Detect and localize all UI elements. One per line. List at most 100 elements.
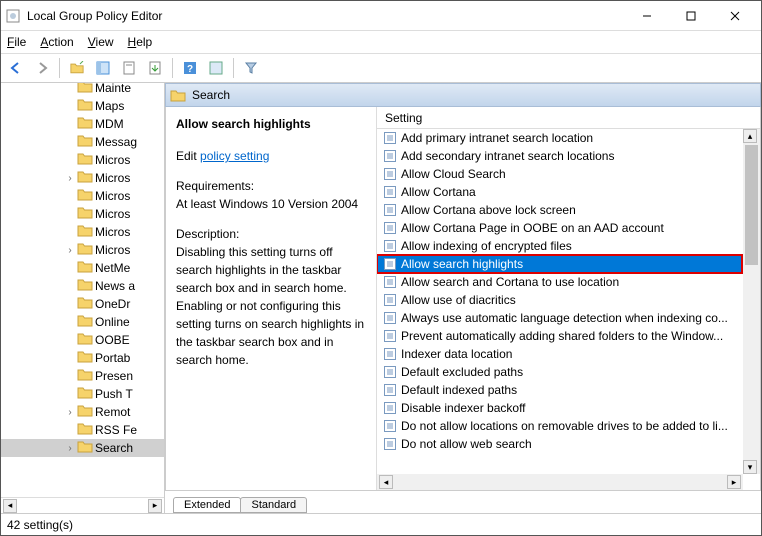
tree-item[interactable]: Portab bbox=[1, 349, 164, 367]
folder-icon bbox=[77, 206, 95, 222]
toolbar: ? bbox=[1, 53, 761, 83]
tree-item-label: Portab bbox=[95, 351, 130, 365]
tree-item[interactable]: Micros bbox=[1, 223, 164, 241]
setting-item[interactable]: Allow Cloud Search bbox=[377, 165, 742, 183]
edit-policy-link[interactable]: policy setting bbox=[200, 149, 269, 163]
setting-item[interactable]: Allow indexing of encrypted files bbox=[377, 237, 742, 255]
menu-view[interactable]: View bbox=[88, 35, 114, 49]
scrollbar-thumb[interactable] bbox=[745, 145, 758, 265]
tree-item[interactable]: RSS Fe bbox=[1, 421, 164, 439]
minimize-button[interactable] bbox=[625, 2, 669, 30]
menu-help[interactable]: Help bbox=[128, 35, 153, 49]
setting-item[interactable]: Always use automatic language detection … bbox=[377, 309, 742, 327]
folder-icon bbox=[77, 368, 95, 384]
tree-item[interactable]: News a bbox=[1, 277, 164, 295]
setting-item-label: Default indexed paths bbox=[401, 383, 517, 397]
tree-item[interactable]: Online bbox=[1, 313, 164, 331]
tree-item[interactable]: › Search bbox=[1, 439, 164, 457]
tree-item[interactable]: Messag bbox=[1, 133, 164, 151]
setting-item[interactable]: Default indexed paths bbox=[377, 381, 742, 399]
setting-item[interactable]: Allow use of diacritics bbox=[377, 291, 742, 309]
tree-item-label: Micros bbox=[95, 153, 130, 167]
folder-icon bbox=[77, 296, 95, 312]
setting-item[interactable]: Do not allow web search bbox=[377, 435, 742, 453]
list-vscrollbar[interactable]: ▴ ▾ bbox=[743, 129, 760, 474]
tree-item-label: Micros bbox=[95, 171, 130, 185]
setting-item-label: Allow Cortana above lock screen bbox=[401, 203, 576, 217]
folder-icon bbox=[77, 83, 95, 96]
setting-item[interactable]: Add secondary intranet search locations bbox=[377, 147, 742, 165]
tree[interactable]: MainteMapsMDM Messag Micros › Micros Micros Mi… bbox=[1, 83, 164, 497]
template-button[interactable] bbox=[205, 57, 227, 79]
setting-item[interactable]: Allow Cortana bbox=[377, 183, 742, 201]
expand-icon[interactable]: › bbox=[63, 407, 77, 418]
tree-item[interactable]: Micros bbox=[1, 151, 164, 169]
back-button[interactable] bbox=[5, 57, 27, 79]
setting-item[interactable]: Allow search highlights bbox=[377, 255, 742, 273]
setting-item[interactable]: Allow Cortana above lock screen bbox=[377, 201, 742, 219]
tree-item[interactable]: Maps bbox=[1, 97, 164, 115]
window-title: Local Group Policy Editor bbox=[27, 9, 625, 23]
tree-item-label: Micros bbox=[95, 207, 130, 221]
setting-item[interactable]: Allow Cortana Page in OOBE on an AAD acc… bbox=[377, 219, 742, 237]
tree-item[interactable]: ›Micros bbox=[1, 241, 164, 259]
tree-item-label: Messag bbox=[95, 135, 137, 149]
expand-icon[interactable]: › bbox=[63, 173, 77, 184]
tab-extended[interactable]: Extended bbox=[173, 497, 241, 513]
tree-hscrollbar[interactable]: ◂ ▸ bbox=[1, 497, 164, 513]
tree-item[interactable]: MDM bbox=[1, 115, 164, 133]
export-button[interactable] bbox=[144, 57, 166, 79]
tree-item-label: Search bbox=[95, 441, 133, 455]
list-hscrollbar[interactable]: ◂ ▸ bbox=[377, 474, 743, 490]
list-header[interactable]: Setting bbox=[377, 107, 760, 129]
setting-item[interactable]: Do not allow locations on removable driv… bbox=[377, 417, 742, 435]
setting-item[interactable]: Indexer data location bbox=[377, 345, 742, 363]
tree-item[interactable]: OneDr bbox=[1, 295, 164, 313]
tree-item-label: Micros bbox=[95, 225, 130, 239]
tree-item[interactable]: Mainte bbox=[1, 83, 164, 97]
scroll-right-icon[interactable]: ▸ bbox=[148, 499, 162, 513]
tree-item[interactable]: Micros bbox=[1, 187, 164, 205]
tree-item[interactable]: › Micros bbox=[1, 169, 164, 187]
detail-title: Allow search highlights bbox=[176, 115, 366, 133]
expand-icon[interactable]: › bbox=[63, 245, 77, 256]
titlebar: Local Group Policy Editor bbox=[1, 1, 761, 31]
tab-standard[interactable]: Standard bbox=[240, 497, 307, 513]
tree-item[interactable]: Push T bbox=[1, 385, 164, 403]
folder-icon bbox=[77, 404, 95, 420]
tree-item[interactable]: OOBE bbox=[1, 331, 164, 349]
menu-file[interactable]: File bbox=[7, 35, 26, 49]
up-button[interactable] bbox=[66, 57, 88, 79]
folder-icon bbox=[77, 278, 95, 294]
expand-icon[interactable]: › bbox=[63, 443, 77, 454]
folder-icon bbox=[77, 386, 95, 402]
folder-icon bbox=[77, 224, 95, 240]
tree-item[interactable]: NetMe bbox=[1, 259, 164, 277]
description-value: Disabling this setting turns off search … bbox=[176, 243, 366, 369]
tree-item[interactable]: Presen bbox=[1, 367, 164, 385]
scroll-left-icon[interactable]: ◂ bbox=[3, 499, 17, 513]
scroll-right-icon[interactable]: ▸ bbox=[727, 475, 741, 489]
tree-item[interactable]: ›Remot bbox=[1, 403, 164, 421]
setting-item[interactable]: Allow search and Cortana to use location bbox=[377, 273, 742, 291]
setting-item[interactable]: Add primary intranet search location bbox=[377, 129, 742, 147]
forward-button[interactable] bbox=[31, 57, 53, 79]
maximize-button[interactable] bbox=[669, 2, 713, 30]
setting-item[interactable]: Prevent automatically adding shared fold… bbox=[377, 327, 742, 345]
scroll-left-icon[interactable]: ◂ bbox=[379, 475, 393, 489]
menu-action[interactable]: Action bbox=[40, 35, 73, 49]
tree-item[interactable]: Micros bbox=[1, 205, 164, 223]
setting-item-label: Add primary intranet search location bbox=[401, 131, 593, 145]
folder-icon bbox=[77, 350, 95, 366]
svg-text:?: ? bbox=[187, 64, 193, 75]
setting-item[interactable]: Disable indexer backoff bbox=[377, 399, 742, 417]
scroll-up-icon[interactable]: ▴ bbox=[743, 129, 757, 143]
show-tree-button[interactable] bbox=[92, 57, 114, 79]
setting-item[interactable]: Default excluded paths bbox=[377, 363, 742, 381]
properties-button[interactable] bbox=[118, 57, 140, 79]
scroll-down-icon[interactable]: ▾ bbox=[743, 460, 757, 474]
filter-button[interactable] bbox=[240, 57, 262, 79]
close-button[interactable] bbox=[713, 2, 757, 30]
help-button[interactable]: ? bbox=[179, 57, 201, 79]
settings-list[interactable]: Add primary intranet search location Add … bbox=[377, 129, 760, 490]
